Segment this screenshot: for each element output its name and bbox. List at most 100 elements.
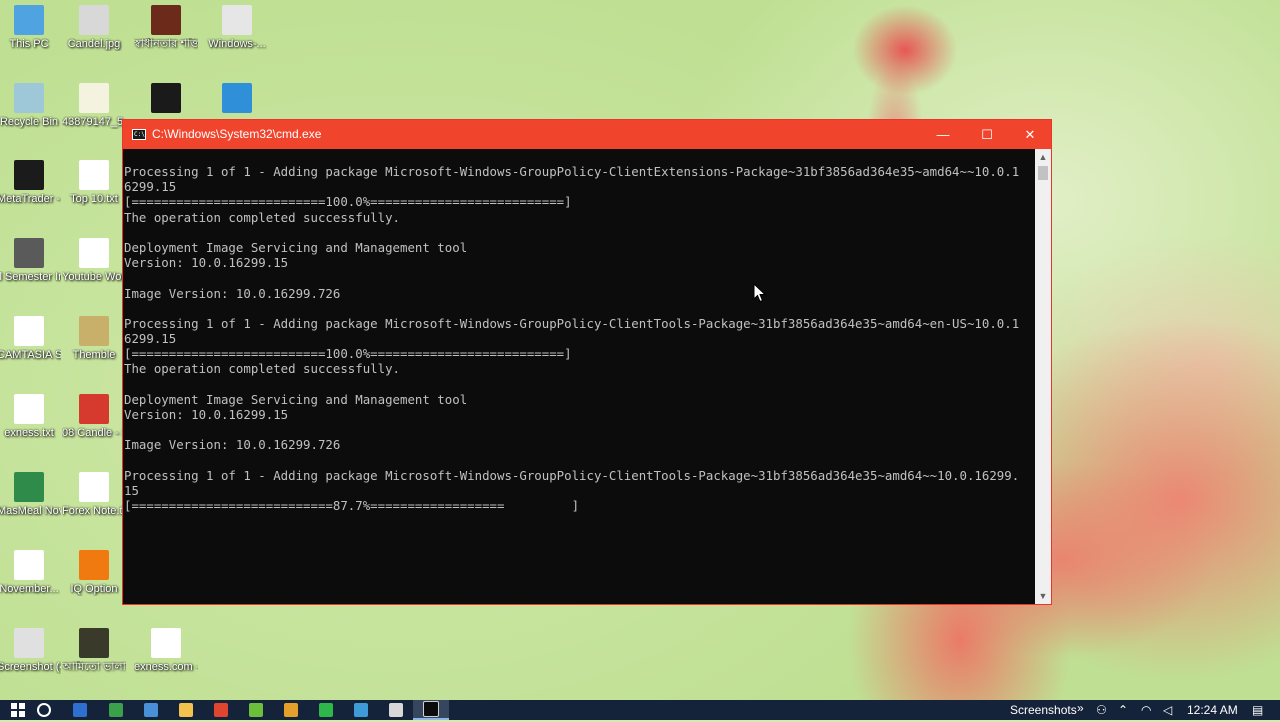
scroll-down-arrow-icon[interactable]: ▼ bbox=[1035, 588, 1051, 604]
desktop-icon[interactable]: MetaTrader - EXNESS bbox=[0, 160, 61, 206]
desktop-icon-image bbox=[151, 628, 181, 658]
desktop-icon-label: CAMTASIA STUDIO ... bbox=[0, 349, 61, 361]
desktop-icon-label: Forex Note.txt bbox=[62, 505, 126, 517]
taskbar-app-10-icon bbox=[389, 703, 403, 717]
desktop-icon[interactable]: Recycle Bin bbox=[0, 83, 61, 129]
cmd-window[interactable]: C:\ C:\Windows\System32\cmd.exe — ☐ ✕ Pr… bbox=[122, 119, 1052, 605]
chrome-taskbar-icon bbox=[284, 703, 298, 717]
console-line: [===========================87.7%=======… bbox=[124, 498, 580, 514]
desktop-icon-label: exness.com - Shortcut bbox=[134, 661, 198, 673]
file-explorer-taskbar-icon bbox=[179, 703, 193, 717]
desktop-icon-image bbox=[79, 160, 109, 190]
maximize-icon: ☐ bbox=[981, 126, 993, 142]
taskbar-app-3[interactable] bbox=[133, 700, 169, 720]
desktop-icon-image bbox=[14, 472, 44, 502]
taskbar-app-10[interactable] bbox=[378, 700, 414, 720]
desktop-icon[interactable]: Top 10.txt bbox=[62, 160, 126, 206]
cmd-app-icon[interactable]: C:\ bbox=[132, 129, 146, 140]
taskbar-app-2-icon bbox=[109, 703, 123, 717]
desktop-icon-label: স্বাধীনতার শক্তি ... bbox=[134, 38, 198, 50]
taskbar-app-1[interactable] bbox=[62, 700, 98, 720]
desktop-icon[interactable]: Youtube Worki... bbox=[62, 238, 126, 284]
desktop-icon[interactable]: Windows-... bbox=[205, 5, 269, 51]
taskbar: Screenshots » ⚇ ⌃ ◠ ◁ 12:24 AM ▤ bbox=[0, 700, 1280, 720]
taskbar-app-6[interactable] bbox=[238, 700, 274, 720]
desktop-icon[interactable]: 43879147_5 (1).png bbox=[62, 83, 126, 129]
desktop-icon-label: exness.txt bbox=[4, 427, 54, 439]
people-icon[interactable]: ⚇ bbox=[1096, 703, 1107, 717]
minimize-button[interactable]: — bbox=[921, 120, 965, 149]
wifi-icon[interactable]: ◠ bbox=[1141, 703, 1151, 717]
desktop-icon[interactable] bbox=[205, 83, 269, 116]
cortana-search-button[interactable] bbox=[26, 700, 62, 720]
cmd-taskbar-button[interactable] bbox=[413, 700, 449, 720]
taskbar-app-5[interactable] bbox=[203, 700, 239, 720]
desktop-icon-image bbox=[14, 83, 44, 113]
scroll-thumb[interactable] bbox=[1038, 166, 1048, 180]
file-explorer-taskbar-button[interactable] bbox=[168, 700, 204, 720]
desktop-icon-image bbox=[14, 628, 44, 658]
desktop-icon-image bbox=[14, 160, 44, 190]
console-line: Version: 10.0.16299.15 bbox=[124, 407, 289, 422]
vertical-scrollbar[interactable]: ▲ ▼ bbox=[1035, 149, 1051, 604]
desktop-icon-label: ll Semester Installmen... bbox=[0, 271, 61, 283]
taskbar-app-2[interactable] bbox=[98, 700, 134, 720]
desktop-icon-label: Top 10.txt bbox=[70, 193, 118, 205]
toolbar-overflow-icon[interactable]: » bbox=[1077, 701, 1084, 715]
desktop-icon-label: November... bbox=[0, 583, 59, 595]
taskbar-app-1-icon bbox=[73, 703, 87, 717]
close-icon: ✕ bbox=[1024, 126, 1036, 142]
desktop-icon[interactable]: স্বাধীনতার শক্তি ... bbox=[134, 5, 198, 51]
desktop-icon-image bbox=[79, 472, 109, 502]
taskbar-app-8-icon bbox=[319, 703, 333, 717]
desktop-icon-label: IQ Option bbox=[70, 583, 118, 595]
desktop-icon[interactable]: CAMTASIA STUDIO ... bbox=[0, 316, 61, 362]
desktop-icon-label: Screenshot (47).png - ... bbox=[0, 661, 61, 673]
desktop-icon-image bbox=[79, 550, 109, 580]
desktop-icon[interactable]: Forex Note.txt bbox=[62, 472, 126, 518]
desktop-icon-image bbox=[14, 550, 44, 580]
action-center-icon[interactable]: ▤ bbox=[1252, 703, 1263, 717]
desktop-icon-image bbox=[222, 83, 252, 113]
desktop-icon[interactable]: IQ Option bbox=[62, 550, 126, 596]
console-line: The operation completed successfully. bbox=[124, 209, 401, 225]
desktop-icon[interactable]: 08 Candle - Shortcut bbox=[62, 394, 126, 440]
desktop-icon-label: Themble bbox=[72, 349, 116, 361]
desktop-icon-image bbox=[79, 316, 109, 346]
volume-icon[interactable]: ◁ bbox=[1163, 703, 1172, 717]
desktop-icon[interactable]: Candel.jpg bbox=[62, 5, 126, 51]
desktop-icon[interactable]: exness.txt bbox=[0, 394, 61, 440]
desktop-icon-label: 43879147_5 (1).png bbox=[62, 116, 126, 128]
desktop-icon[interactable]: November... bbox=[0, 550, 61, 596]
desktop-icon-label: MasMeal November... bbox=[0, 505, 61, 517]
taskbar-app-8[interactable] bbox=[308, 700, 344, 720]
desktop-icon-image bbox=[79, 83, 109, 113]
chrome-taskbar-button[interactable] bbox=[273, 700, 309, 720]
minimize-icon: — bbox=[936, 127, 950, 142]
notification-chevron-icon[interactable]: ⌃ bbox=[1118, 703, 1128, 717]
desktop-icon-image bbox=[14, 5, 44, 35]
maximize-button[interactable]: ☐ bbox=[965, 120, 1009, 149]
desktop-icon[interactable]: ll Semester Installmen... bbox=[0, 238, 61, 284]
desktop-icon[interactable]: Themble bbox=[62, 316, 126, 362]
console-line: [==========================100.0%=======… bbox=[124, 194, 572, 210]
close-button[interactable]: ✕ bbox=[1008, 120, 1052, 149]
console-line: Deployment Image Servicing and Managemen… bbox=[124, 239, 468, 255]
desktop-icon[interactable]: আমিতো ভালা না ভা... bbox=[62, 628, 126, 674]
desktop-icon[interactable]: exness.com - Shortcut bbox=[134, 628, 198, 674]
desktop-icon[interactable]: Screenshot (47).png - ... bbox=[0, 628, 61, 674]
console-line: Processing 1 of 1 - Adding package Micro… bbox=[124, 467, 1020, 483]
clock-time[interactable]: 12:24 AM bbox=[1187, 703, 1238, 717]
desktop-icon[interactable]: This PC bbox=[0, 5, 61, 51]
console-line: 6299.15 bbox=[124, 179, 177, 195]
desktop-icon[interactable] bbox=[134, 83, 198, 116]
scroll-up-arrow-icon[interactable]: ▲ bbox=[1035, 149, 1051, 165]
console-output[interactable]: Processing 1 of 1 - Adding package Micro… bbox=[123, 149, 1035, 604]
title-bar[interactable]: C:\ C:\Windows\System32\cmd.exe — ☐ ✕ bbox=[123, 120, 1051, 149]
chrome-taskbar-button-2[interactable] bbox=[343, 700, 379, 720]
screenshots-toolbar-label[interactable]: Screenshots bbox=[1010, 703, 1077, 717]
desktop-icon[interactable]: MasMeal November... bbox=[0, 472, 61, 518]
